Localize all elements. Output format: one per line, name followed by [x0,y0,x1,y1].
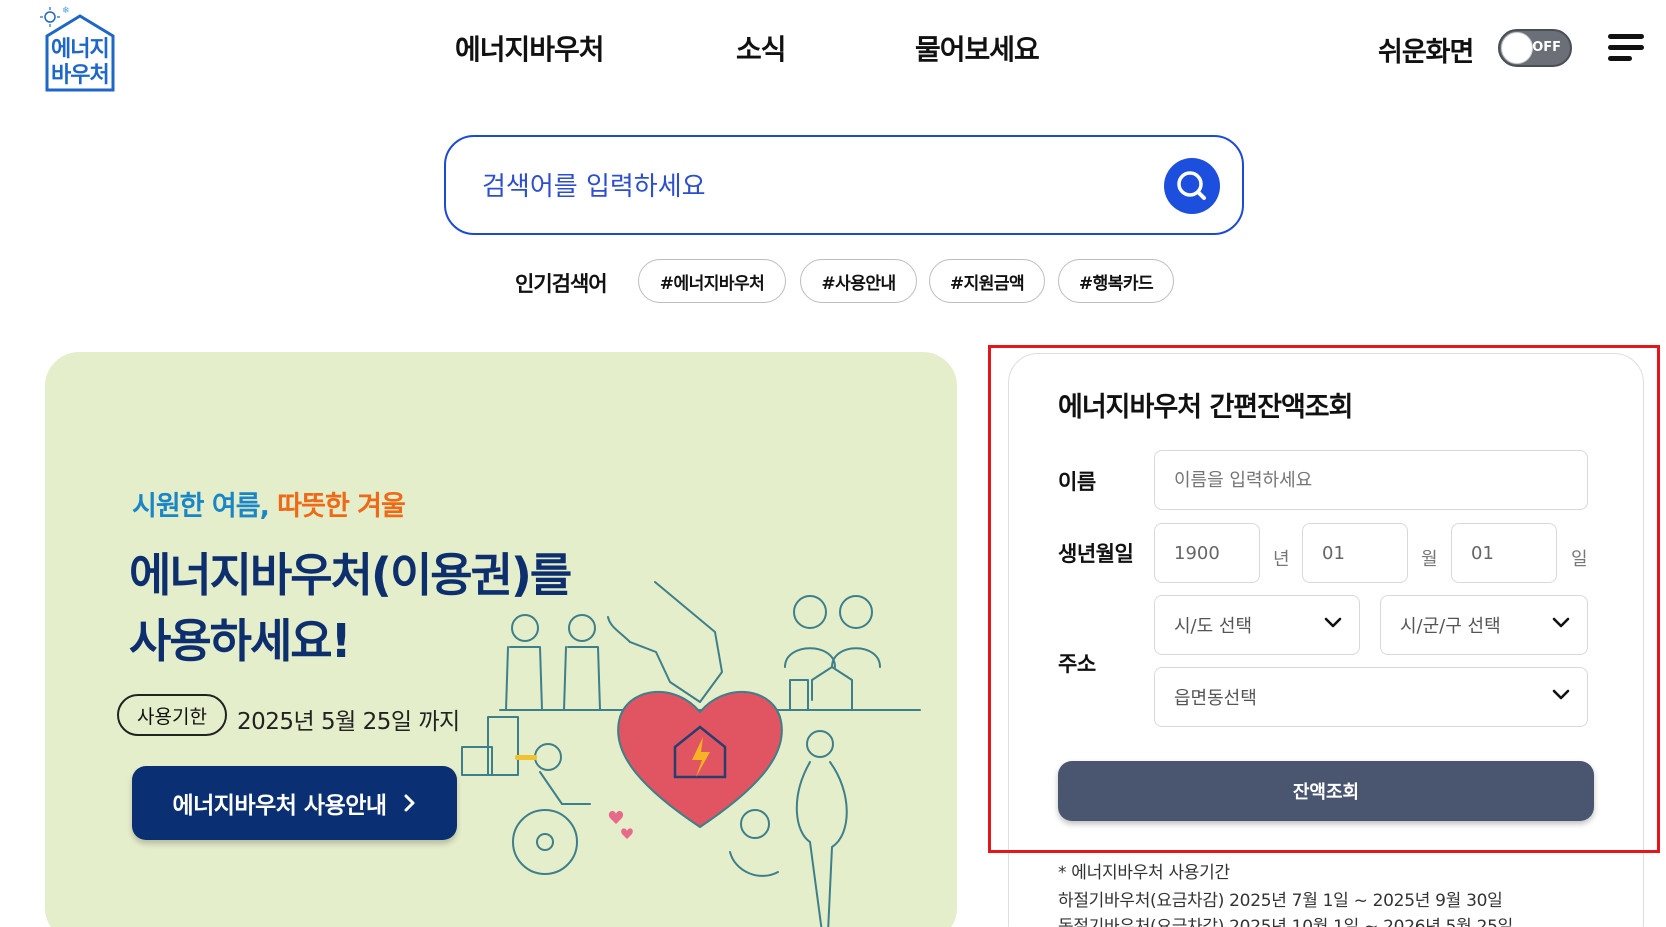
popular-tag-usage-guide[interactable]: #사용안내 [800,259,917,303]
nav-news[interactable]: 소식 [736,28,787,68]
usage-guide-button[interactable]: 에너지바우처 사용안내 [132,766,457,840]
nav-ask[interactable]: 물어보세요 [915,28,1040,68]
summer-voucher-period: 하절기바우처(요금차감) 2025년 7월 1일 ~ 2025년 9월 30일 [1058,891,1503,911]
chevron-down-icon [1324,617,1342,628]
birthdate-label: 생년월일 [1058,542,1134,566]
banner-subtitle-summer: 시원한 여름, [132,491,270,522]
birth-month-unit: 월 [1421,549,1438,570]
usage-guide-label: 에너지바우처 사용안내 [172,793,387,819]
hamburger-menu-icon[interactable] [1608,34,1644,62]
easy-mode-toggle[interactable]: OFF [1498,29,1572,67]
name-label: 이름 [1058,470,1096,494]
svg-text:❄: ❄ [62,6,70,16]
search-box [444,135,1244,235]
sigungu-select-value: 시/군/구 선택 [1400,616,1501,637]
toggle-state: OFF [1532,40,1561,55]
logo-text-line2: 바우처 [51,63,110,88]
birth-year-input[interactable]: 1900 [1154,523,1260,583]
sigungu-select[interactable]: 시/군/구 선택 [1380,595,1588,655]
search-icon [1177,171,1206,200]
logo[interactable]: ❄ 에너지 바우처 [40,4,118,96]
popular-search-label: 인기검색어 [515,272,608,296]
chevron-down-icon [1552,617,1570,628]
eupmyeondong-select-value: 읍면동선택 [1174,688,1257,709]
birth-day-unit: 일 [1571,549,1588,570]
birth-year-unit: 년 [1273,549,1290,570]
nav-energy-voucher[interactable]: 에너지바우처 [455,28,605,68]
energy-support-illustration [461,581,921,927]
eupmyeondong-select[interactable]: 읍면동선택 [1154,667,1588,727]
balance-panel-title: 에너지바우처 간편잔액조회 [1058,392,1353,423]
period-badge: 사용기한 [117,694,227,736]
sido-select[interactable]: 시/도 선택 [1154,595,1360,655]
period-text: 2025년 5월 25일 까지 [237,709,460,735]
balance-inquiry-button[interactable]: 잔액조회 [1058,761,1594,821]
winter-voucher-period: 동절기바우처(요금차감) 2025년 10월 1일 ~ 2026년 5월 25일 [1058,917,1513,927]
birth-day-input[interactable]: 01 [1451,523,1557,583]
address-label: 주소 [1058,652,1096,676]
toggle-knob [1501,32,1533,64]
chevron-down-icon [1552,689,1570,700]
search-input[interactable] [482,165,1122,209]
banner-subtitle: 시원한 여름, 따뜻한 겨울 [132,484,406,523]
banner-subtitle-winter: 따뜻한 겨울 [277,491,406,522]
easy-mode-label: 쉬운화면 [1378,37,1474,68]
chevron-right-icon [404,794,415,812]
birth-month-input[interactable]: 01 [1302,523,1408,583]
sido-select-value: 시/도 선택 [1174,616,1253,637]
popular-tag-happy-card[interactable]: #행복카드 [1058,259,1174,303]
search-button[interactable] [1164,158,1220,214]
popular-tag-support-amount[interactable]: #지원금액 [929,259,1045,303]
usage-period-heading: * 에너지바우처 사용기간 [1058,863,1230,883]
main-banner: 시원한 여름, 따뜻한 겨울 에너지바우처(이용권)를 사용하세요! 사용기한 … [45,352,957,927]
name-input[interactable] [1154,450,1588,510]
popular-tag-energy-voucher[interactable]: #에너지바우처 [638,259,786,303]
logo-text-line1: 에너지 [51,37,110,62]
